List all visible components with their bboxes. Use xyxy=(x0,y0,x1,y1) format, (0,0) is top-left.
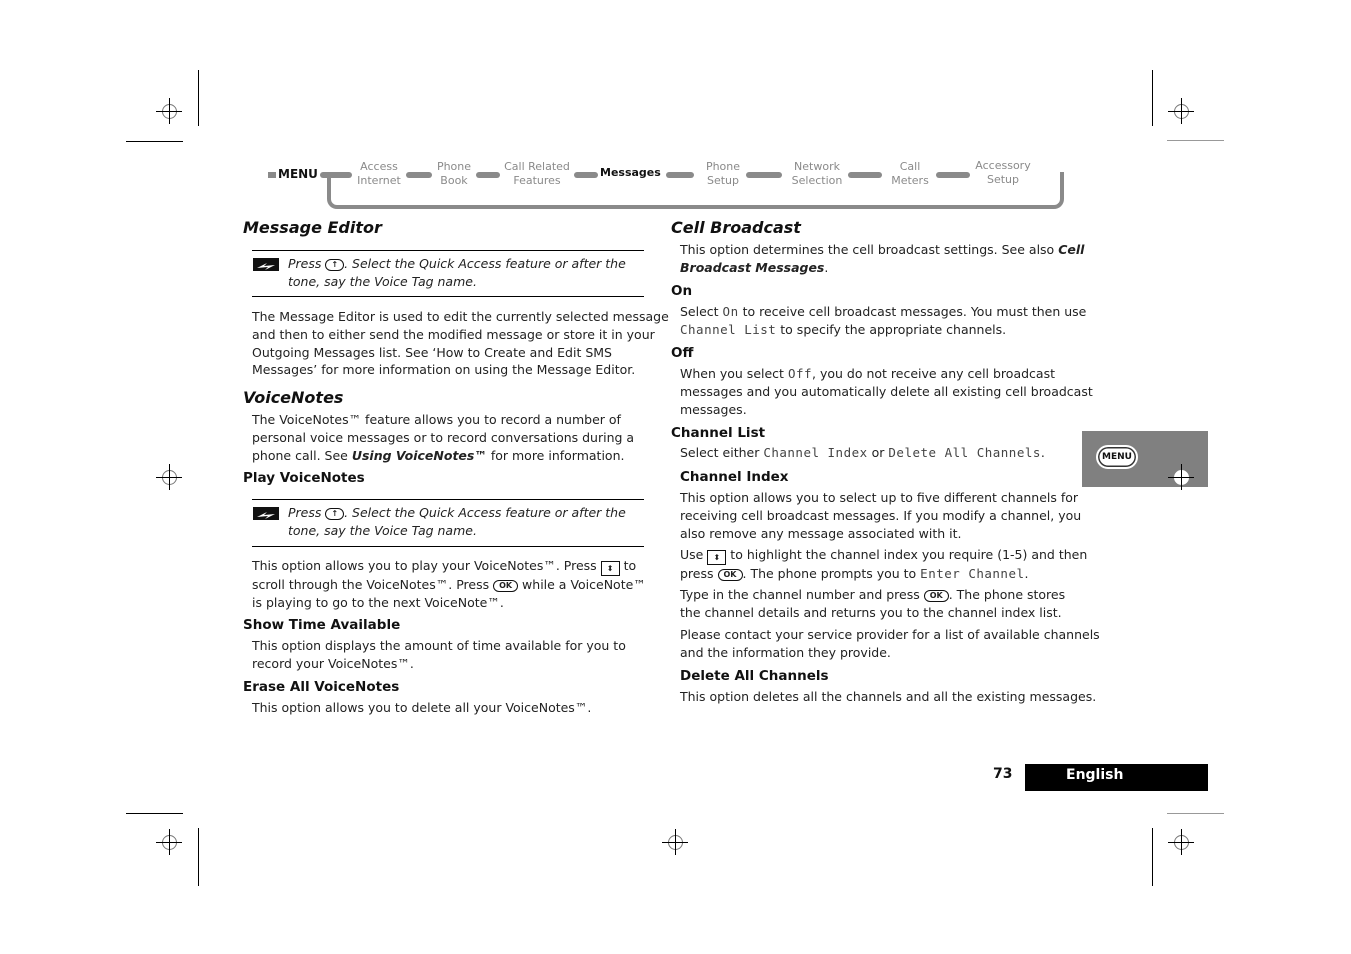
crop-mark xyxy=(126,141,183,142)
nav-item-phone-book: Phone Book xyxy=(436,160,472,187)
language-bar: English xyxy=(1025,764,1208,791)
registration-mark-icon xyxy=(1168,829,1194,855)
section-title-cell-broadcast: Cell Broadcast xyxy=(671,218,801,237)
ok-key-icon: OK xyxy=(923,590,949,602)
play-voicenotes-description: This option allows you to play your Voic… xyxy=(252,558,646,610)
nav-item-access-internet: Access Internet xyxy=(357,160,401,187)
subsection-title-delete-all-channels: Delete All Channels xyxy=(680,668,829,684)
show-time-description: This option displays the amount of time … xyxy=(252,638,626,671)
scroll-key-icon: ⬍ xyxy=(707,550,727,565)
nav-connector xyxy=(574,172,598,178)
crop-mark xyxy=(126,813,183,814)
subsection-title-on: On xyxy=(671,283,693,299)
cell-broadcast-description: This option determines the cell broadcas… xyxy=(680,242,1085,275)
nav-connector xyxy=(936,172,970,178)
crop-mark xyxy=(1152,828,1153,886)
section-title-message-editor: Message Editor xyxy=(243,218,382,237)
channel-index-type-instructions: Type in the channel number and press OK.… xyxy=(680,587,1066,620)
crop-mark xyxy=(1167,140,1224,141)
delete-all-description: This option deletes all the channels and… xyxy=(680,689,1097,704)
nav-item-call-meters: Call Meters xyxy=(891,160,929,187)
nav-connector xyxy=(746,172,782,178)
quick-access-icon xyxy=(253,258,279,271)
quick-access-note: Press ↑. Select the Quick Access feature… xyxy=(252,250,644,297)
channel-index-description: This option allows you to select up to f… xyxy=(680,490,1082,541)
nav-item-phone-setup: Phone Setup xyxy=(705,160,741,187)
ok-key-icon: OK xyxy=(493,580,519,592)
nav-item-accessory-setup: Accessory Setup xyxy=(975,159,1031,186)
quick-access-icon xyxy=(253,507,279,520)
nav-connector xyxy=(476,172,500,178)
subsection-title-channel-list: Channel List xyxy=(671,425,766,441)
crop-mark xyxy=(198,828,199,886)
ok-key-icon: OK xyxy=(717,569,743,581)
scroll-key-icon: ⬍ xyxy=(600,561,620,576)
nav-item-messages: Messages xyxy=(600,166,661,179)
cell-broadcast-messages-link: Cell xyxy=(1058,242,1085,257)
subsection-title-off: Off xyxy=(671,345,694,361)
on-description: Select On to receive cell broadcast mess… xyxy=(680,304,1087,337)
crop-mark xyxy=(1152,70,1153,126)
nav-item-network-selection: Network Selection xyxy=(791,160,843,187)
up-key-icon: ↑ xyxy=(325,508,345,520)
page-number: 73 xyxy=(993,766,1013,782)
crop-mark xyxy=(198,70,199,126)
section-side-tab: MENU xyxy=(1082,431,1208,490)
registration-mark-icon xyxy=(156,98,182,124)
off-description: When you select Off, you do not receive … xyxy=(680,366,1093,417)
registration-mark-icon xyxy=(662,829,688,855)
subsection-title-show-time-available: Show Time Available xyxy=(243,617,401,633)
up-key-icon: ↑ xyxy=(325,259,345,271)
channel-index-contact-note: Please contact your service provider for… xyxy=(680,627,1100,660)
message-editor-description: The Message Editor is used to edit the c… xyxy=(252,309,669,378)
registration-mark-icon xyxy=(1168,98,1194,124)
channel-index-usage: Use ⬍ to highlight the channel index you… xyxy=(680,547,1088,581)
quick-access-note: Press ↑. Select the Quick Access feature… xyxy=(252,499,644,547)
registration-mark-icon xyxy=(1168,464,1194,490)
registration-mark-icon xyxy=(156,464,182,490)
subsection-title-erase-all-voicenotes: Erase All VoiceNotes xyxy=(243,679,400,695)
section-title-voicenotes: VoiceNotes xyxy=(243,388,344,407)
nav-item-call-related-features: Call Related Features xyxy=(504,160,570,187)
nav-menu-root: MENU xyxy=(268,167,318,181)
using-voicenotes-link: Using VoiceNotes™ xyxy=(351,447,487,463)
channel-list-description: Select either Channel Index or Delete Al… xyxy=(680,445,1045,460)
nav-connector xyxy=(848,172,882,178)
voicenotes-description: The VoiceNotes™ feature allows you to re… xyxy=(252,412,635,463)
menu-key-icon: MENU xyxy=(1096,445,1138,469)
erase-description: This option allows you to delete all you… xyxy=(252,700,592,715)
nav-connector xyxy=(666,172,694,178)
crop-mark xyxy=(1167,813,1224,814)
nav-connector xyxy=(406,172,432,178)
subsection-title-play-voicenotes: Play VoiceNotes xyxy=(243,470,365,486)
nav-connector xyxy=(320,172,352,178)
registration-mark-icon xyxy=(156,829,182,855)
subsection-title-channel-index: Channel Index xyxy=(680,469,789,485)
